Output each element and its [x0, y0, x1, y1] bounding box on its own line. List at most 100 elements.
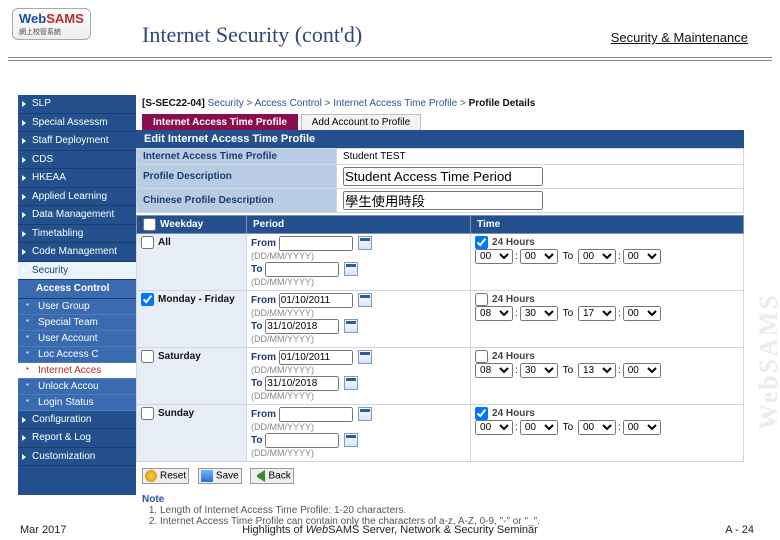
sidebar-item[interactable]: Applied Learning [18, 188, 136, 207]
time-select[interactable]: 08 [475, 306, 513, 321]
tab-add-account[interactable]: Add Account to Profile [301, 114, 421, 130]
calendar-icon[interactable] [344, 262, 358, 276]
breadcrumb-link[interactable]: Internet Access Time Profile [333, 98, 457, 109]
sidebar-subitem[interactable]: User Group [18, 299, 136, 315]
date-input[interactable] [279, 293, 353, 308]
date-input[interactable] [279, 407, 353, 422]
breadcrumb: [S-SEC22-04] Security > Access Control >… [136, 95, 744, 112]
sidebar-item[interactable]: CDS [18, 151, 136, 170]
24h-checkbox[interactable] [475, 236, 488, 249]
save-button[interactable]: Save [198, 468, 242, 484]
check-all[interactable] [143, 218, 156, 231]
time-select[interactable]: 00 [623, 363, 661, 378]
divider [8, 57, 772, 58]
date-input[interactable] [265, 376, 339, 391]
sidebar-item[interactable]: Code Management [18, 243, 136, 262]
time-cell: 24 Hours00:00 To 00:00 [471, 405, 744, 462]
sidebar-item[interactable]: Staff Deployment [18, 132, 136, 151]
time-cell: 24 Hours08:30 To 17:00 [471, 291, 744, 348]
row-checkbox[interactable] [141, 293, 154, 306]
sidebar-subitem[interactable]: User Account [18, 331, 136, 347]
text-input[interactable] [343, 167, 543, 186]
breadcrumb-link[interactable]: Security [208, 98, 244, 109]
sidebar-subitem[interactable]: Login Status [18, 395, 136, 411]
calendar-icon[interactable] [344, 319, 358, 333]
calendar-icon[interactable] [344, 376, 358, 390]
text-input[interactable] [343, 191, 543, 210]
reset-button[interactable]: Reset [142, 468, 189, 484]
date-input[interactable] [279, 350, 353, 365]
24h-checkbox[interactable] [475, 350, 488, 363]
time-cell: 24 Hours00:00 To 00:00 [471, 234, 744, 291]
logo-sams: SAMS [46, 11, 84, 26]
date-input[interactable] [265, 319, 339, 334]
sidebar-item[interactable]: Report & Log [18, 429, 136, 448]
calendar-icon[interactable] [358, 350, 372, 364]
time-select[interactable]: 00 [623, 420, 661, 435]
field-value: Student TEST [337, 149, 744, 165]
date-input[interactable] [265, 433, 339, 448]
back-icon [253, 470, 265, 482]
calendar-icon[interactable] [358, 293, 372, 307]
date-input[interactable] [265, 262, 339, 277]
calendar-icon[interactable] [344, 433, 358, 447]
sidebar: SLPSpecial AssessmStaff DeploymentCDSHKE… [18, 95, 136, 495]
row-checkbox[interactable] [141, 407, 154, 420]
row-checkbox[interactable] [141, 236, 154, 249]
breadcrumb-link[interactable]: Access Control [255, 98, 322, 109]
time-select[interactable]: 00 [578, 420, 616, 435]
note-item: Length of Internet Access Time Profile: … [160, 505, 738, 516]
footer-page: A - 24 [725, 524, 754, 536]
sidebar-subitem[interactable]: Loc Access C [18, 347, 136, 363]
tab-bar: Internet Access Time Profile Add Account… [136, 112, 744, 130]
sidebar-submenu: Access Control User GroupSpecial TeamUse… [18, 280, 136, 411]
period-cell: From (DD/MM/YYYY)To (DD/MM/YYYY) [246, 348, 470, 405]
tab-profile[interactable]: Internet Access Time Profile [142, 114, 298, 130]
24h-checkbox[interactable] [475, 293, 488, 306]
24h-checkbox[interactable] [475, 407, 488, 420]
time-select[interactable]: 00 [520, 249, 558, 264]
sidebar-item[interactable]: SLP [18, 95, 136, 114]
time-select[interactable]: 00 [475, 249, 513, 264]
reset-icon [145, 470, 157, 482]
col-time: Time [471, 216, 744, 234]
sidebar-item[interactable]: Customization [18, 448, 136, 467]
sidebar-item-security[interactable]: Security [18, 262, 136, 281]
sidebar-item[interactable]: Timetabling [18, 225, 136, 244]
time-select[interactable]: 30 [520, 306, 558, 321]
period-cell: From (DD/MM/YYYY)To (DD/MM/YYYY) [246, 234, 470, 291]
time-select[interactable]: 30 [520, 363, 558, 378]
divider [8, 60, 772, 61]
date-input[interactable] [279, 236, 353, 251]
sidebar-item[interactable]: Configuration [18, 411, 136, 430]
time-select[interactable]: 13 [578, 363, 616, 378]
sidebar-subitem[interactable]: Internet Acces [18, 363, 136, 379]
sidebar-item[interactable]: Data Management [18, 206, 136, 225]
calendar-icon[interactable] [358, 236, 372, 250]
time-select[interactable]: 00 [520, 420, 558, 435]
button-bar: Reset Save Back [136, 462, 744, 490]
period-cell: From (DD/MM/YYYY)To (DD/MM/YYYY) [246, 405, 470, 462]
time-select[interactable]: 00 [475, 420, 513, 435]
time-select[interactable]: 17 [578, 306, 616, 321]
sidebar-item[interactable]: Special Assessm [18, 114, 136, 133]
weekday-cell: Monday - Friday [137, 291, 247, 348]
sidebar-item[interactable]: HKEAA [18, 169, 136, 188]
breadcrumb-current: Profile Details [469, 98, 536, 109]
sidebar-subitem[interactable]: Special Team [18, 315, 136, 331]
field-label: Profile Description [137, 165, 337, 189]
time-select[interactable]: 00 [623, 249, 661, 264]
sidebar-subitem[interactable]: Unlock Accou [18, 379, 136, 395]
time-select[interactable]: 08 [475, 363, 513, 378]
back-button[interactable]: Back [250, 468, 293, 484]
time-select[interactable]: 00 [623, 306, 661, 321]
footer-center: Highlights of WebSAMS Server, Network & … [0, 524, 780, 536]
calendar-icon[interactable] [358, 407, 372, 421]
main-panel: [S-SEC22-04] Security > Access Control >… [136, 95, 744, 533]
notes-header: Note [136, 490, 744, 505]
screen-code: [S-SEC22-04] [142, 98, 205, 109]
row-checkbox[interactable] [141, 350, 154, 363]
col-weekday: Weekday [137, 216, 247, 234]
sidebar-item-access-control[interactable]: Access Control [18, 280, 136, 299]
time-select[interactable]: 00 [578, 249, 616, 264]
